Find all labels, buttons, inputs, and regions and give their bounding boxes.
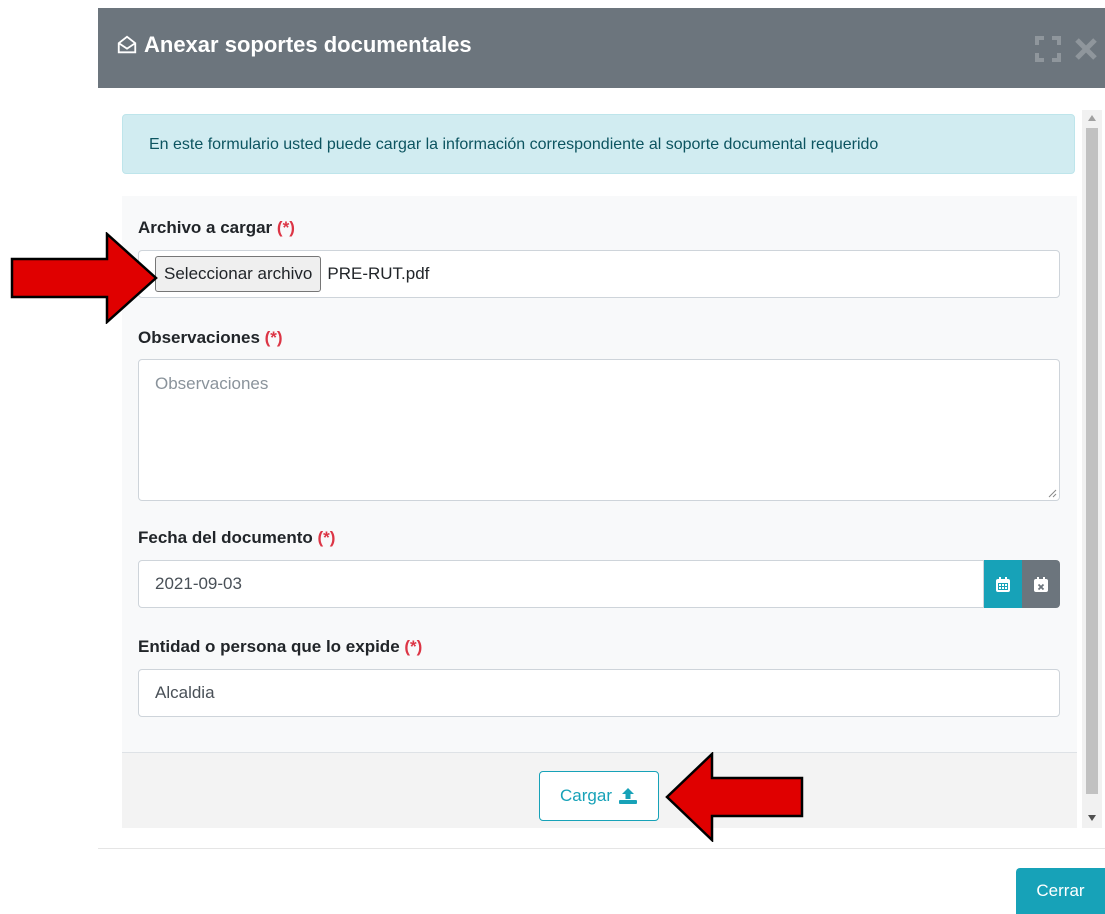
entity-input[interactable]: Alcaldia (138, 669, 1060, 717)
upload-form: Archivo a cargar (*) Seleccionar archivo… (122, 196, 1077, 752)
upload-button[interactable]: Cargar (539, 771, 659, 821)
expand-icon[interactable] (1035, 36, 1061, 62)
close-button[interactable]: Cerrar (1016, 868, 1105, 914)
selected-file-name: PRE-RUT.pdf (327, 264, 430, 283)
calendar-times-icon (1034, 576, 1048, 592)
observations-label: Observaciones (*) (138, 328, 283, 347)
close-icon[interactable] (1073, 36, 1099, 62)
modal-title-text: Anexar soportes documentales (144, 32, 472, 57)
scroll-up-icon[interactable] (1087, 114, 1097, 122)
observations-textarea[interactable] (138, 359, 1060, 501)
required-mark: (*) (276, 218, 295, 237)
envelope-open-icon (117, 35, 137, 54)
file-label: Archivo a cargar (*) (138, 218, 295, 237)
required-mark: (*) (264, 328, 283, 347)
modal-footer-divider (98, 848, 1105, 849)
annotation-arrow-left-icon (665, 752, 804, 842)
info-alert: En este formulario usted puede cargar la… (122, 114, 1075, 174)
select-file-button[interactable]: Seleccionar archivo (155, 256, 322, 292)
entity-label: Entidad o persona que lo expide (*) (138, 637, 423, 656)
modal-title: Anexar soportes documentales (116, 32, 472, 58)
upload-icon (618, 788, 637, 804)
open-calendar-button[interactable] (984, 560, 1022, 608)
scroll-down-icon[interactable] (1087, 814, 1097, 822)
upload-button-label: Cargar (560, 786, 612, 805)
clear-date-button[interactable] (1022, 560, 1060, 608)
modal-header: Anexar soportes documentales (98, 8, 1105, 88)
annotation-arrow-right-icon (10, 232, 158, 324)
required-mark: (*) (404, 637, 423, 656)
modal-body: En este formulario usted puede cargar la… (122, 110, 1077, 828)
form-footer: Cargar (122, 752, 1077, 828)
required-mark: (*) (317, 528, 336, 547)
vertical-scrollbar[interactable] (1082, 110, 1102, 828)
scrollbar-thumb[interactable] (1086, 128, 1098, 794)
date-input[interactable]: 2021-09-03 (138, 560, 984, 608)
date-label: Fecha del documento (*) (138, 528, 336, 547)
file-input[interactable]: Seleccionar archivo PRE-RUT.pdf (138, 250, 1060, 298)
resize-grip-icon[interactable] (1047, 488, 1057, 498)
calendar-icon (996, 576, 1010, 592)
